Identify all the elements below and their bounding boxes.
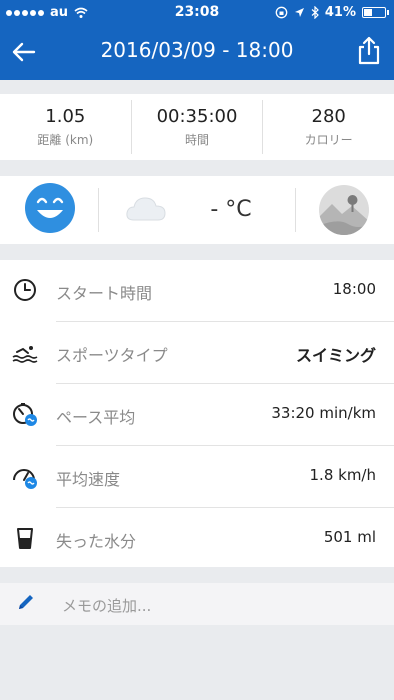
- pace-icon: [13, 403, 37, 426]
- page-title: 2016/03/09 - 18:00: [100, 38, 294, 62]
- details-list: スタート時間 18:00 スポーツタイプ スイミング ペース平均 33:20 m…: [0, 260, 394, 567]
- share-icon[interactable]: [356, 36, 382, 66]
- status-right: 41%: [275, 5, 389, 20]
- speed-icon: [13, 469, 37, 489]
- detail-label: スポーツタイプ: [56, 346, 168, 365]
- detail-label: 失った水分: [56, 532, 137, 551]
- detail-label: 平均速度: [56, 470, 121, 489]
- detail-label: ペース平均: [56, 408, 136, 427]
- stat-label: 時間: [185, 133, 210, 147]
- clock-icon: [14, 279, 36, 301]
- memo-input[interactable]: メモの追加...: [0, 583, 394, 625]
- battery-percent: 41%: [324, 5, 356, 20]
- detail-value: 501 ml: [323, 528, 376, 546]
- back-arrow-icon[interactable]: [10, 38, 38, 66]
- detail-value: 18:00: [332, 280, 376, 298]
- stat-label: 距離 (km): [37, 133, 94, 147]
- battery-fill: [364, 9, 372, 16]
- list-item: 失った水分 501 ml: [0, 508, 394, 569]
- list-item: スポーツタイプ スイミング: [0, 322, 394, 383]
- detail-value: 1.8 km/h: [309, 466, 376, 484]
- stat-value: 1.05: [45, 106, 86, 127]
- swimming-icon: [12, 346, 38, 363]
- detail-label: スタート時間: [56, 284, 153, 303]
- location-arrow-icon: [294, 8, 304, 17]
- rotation-lock-icon: [275, 6, 288, 19]
- detail-value: スイミング: [295, 346, 376, 365]
- stat-duration: 00:35:00 時間: [132, 100, 264, 154]
- bluetooth-icon: [311, 6, 319, 19]
- battery-icon: [362, 7, 389, 18]
- summary-stats: 1.05 距離 (km) 00:35:00 時間 280 カロリー: [0, 94, 394, 160]
- temperature-label: - °C: [210, 197, 252, 222]
- list-item: スタート時間 18:00: [0, 260, 394, 321]
- divider: [295, 188, 296, 232]
- landscape-icon[interactable]: [318, 184, 370, 236]
- list-item: 平均速度 1.8 km/h: [0, 446, 394, 507]
- pencil-icon: [19, 595, 33, 609]
- top-bar: au 23:08 41% 2016/03/09 - 18:00: [0, 0, 394, 80]
- stat-label: カロリー: [304, 133, 353, 147]
- app-bar: 2016/03/09 - 18:00: [0, 24, 394, 80]
- stat-value: 00:35:00: [156, 106, 238, 127]
- cloud-icon[interactable]: [124, 192, 168, 224]
- smiley-face-icon[interactable]: [24, 182, 76, 234]
- stat-distance: 1.05 距離 (km): [0, 100, 132, 154]
- stat-value: 280: [311, 106, 346, 127]
- divider: [98, 188, 99, 232]
- list-item: ペース平均 33:20 min/km: [0, 384, 394, 445]
- detail-value: 33:20 min/km: [271, 404, 376, 422]
- water-glass-icon: [17, 528, 33, 549]
- stat-calories: 280 カロリー: [263, 100, 394, 154]
- memo-placeholder: メモの追加...: [62, 597, 152, 615]
- status-bar: au 23:08 41%: [0, 0, 394, 24]
